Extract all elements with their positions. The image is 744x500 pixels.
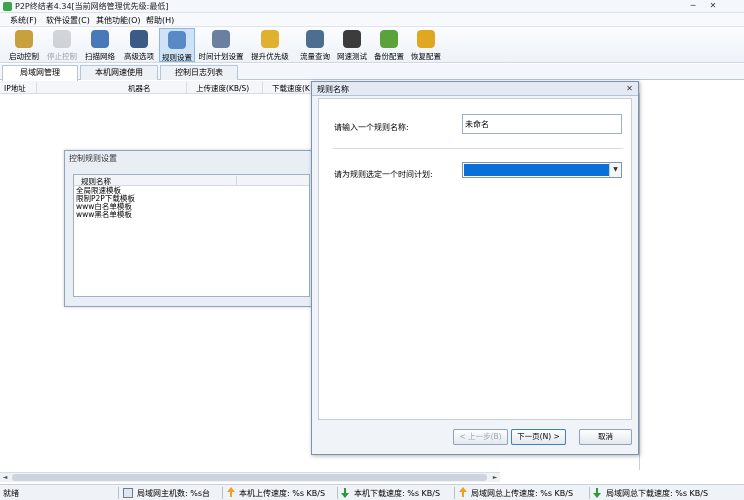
menu-system[interactable]: 系统(F) — [10, 15, 37, 26]
column-ip[interactable]: IP地址 — [4, 83, 26, 94]
status-bar: 就绪 局域网主机数: %s台 本机上传速度: %s KB/S 本机下载速度: %… — [0, 484, 744, 500]
speed-test-icon — [343, 30, 361, 48]
next-button[interactable]: 下一页(N) > — [511, 429, 566, 445]
speed-test-button[interactable]: 网速测试 — [334, 28, 370, 62]
traffic-query-icon — [306, 30, 324, 48]
stop-control-label: 停止控制 — [47, 52, 77, 61]
start-control-icon — [15, 30, 33, 48]
stop-control-button[interactable]: 停止控制 — [44, 28, 80, 62]
time-plan-icon — [212, 30, 230, 48]
tab-bar: 局域网管理 本机网速使用 控制日志列表 — [0, 64, 744, 81]
restore-config-button[interactable]: 恢复配置 — [408, 28, 444, 62]
status-separator — [118, 487, 119, 499]
time-plan-selected-value — [464, 164, 609, 176]
advanced-options-label: 高级选项 — [124, 52, 154, 61]
backup-config-button[interactable]: 备份配置 — [371, 28, 407, 62]
raise-priority-button[interactable]: 提升优先级 — [248, 28, 292, 62]
status-separator — [589, 487, 590, 499]
menu-other-functions[interactable]: 其他功能(O) — [96, 15, 141, 26]
rule-name-label: 请输入一个规则名称: — [334, 123, 409, 132]
advanced-options-button[interactable]: 高级选项 — [121, 28, 157, 62]
advanced-options-icon — [130, 30, 148, 48]
close-icon[interactable]: ✕ — [624, 84, 635, 94]
column-upload-speed[interactable]: 上传速度(KB/S) — [196, 83, 249, 94]
dialog-body: 请输入一个规则名称: 请为规则选定一个时间计划: ▼ — [318, 98, 632, 420]
right-panel — [641, 81, 744, 470]
rules-list-header: 规则名称 — [74, 175, 309, 186]
status-separator — [454, 487, 455, 499]
status-local-download: 本机下载速度: %s KB/S — [354, 489, 441, 498]
raise-priority-icon — [261, 30, 279, 48]
scan-network-icon — [91, 30, 109, 48]
scan-network-button[interactable]: 扫描网络 — [82, 28, 118, 62]
control-rules-dialog: 控制规则设置 规则名称 全局限速模板 限制P2P下载模板 www白名单模板 ww… — [64, 150, 320, 307]
status-local-upload: 本机上传速度: %s KB/S — [239, 489, 326, 498]
rule-settings-icon — [168, 31, 186, 49]
backup-config-icon — [380, 30, 398, 48]
restore-config-label: 恢复配置 — [411, 52, 441, 61]
raise-priority-label: 提升优先级 — [251, 52, 289, 61]
cancel-button[interactable]: 取消 — [579, 429, 632, 445]
scroll-thumb[interactable] — [12, 474, 487, 481]
menu-bar: 系统(F) 软件设置(C) 其他功能(O) 帮助(H) — [0, 13, 744, 27]
rule-name-input[interactable] — [462, 114, 622, 134]
upload-arrow-icon — [227, 487, 235, 497]
dialog-title: 控制规则设置 — [69, 154, 117, 163]
rule-settings-label: 规则设置 — [162, 53, 192, 62]
window-title: P2P终结者4.34[当前网络管理优先级:最低] — [15, 2, 169, 11]
menu-software-settings[interactable]: 软件设置(C) — [46, 15, 90, 26]
scan-network-label: 扫描网络 — [85, 52, 115, 61]
rule-item[interactable]: www黑名单模板 — [76, 211, 132, 219]
status-lan-hosts: 局域网主机数: %s台 — [137, 489, 211, 498]
toolbar: 启动控制 停止控制 扫描网络 高级选项 规则设置 时间计划设置 提升优先级 流量… — [0, 27, 744, 63]
status-ready: 就绪 — [3, 489, 19, 498]
dialog-title: 规则名称 — [317, 85, 349, 94]
start-control-label: 启动控制 — [9, 52, 39, 61]
traffic-query-button[interactable]: 流量查询 — [296, 28, 334, 62]
dialog-title-bar: 规则名称 ✕ — [312, 82, 638, 96]
column-machine-name[interactable]: 机器名 — [128, 83, 151, 94]
restore-config-icon — [417, 30, 435, 48]
start-control-button[interactable]: 启动控制 — [6, 28, 42, 62]
rule-name-dialog: 规则名称 ✕ 请输入一个规则名称: 请为规则选定一个时间计划: ▼ < 上一步(… — [311, 81, 639, 455]
divider — [333, 148, 623, 149]
rule-settings-button[interactable]: 规则设置 — [159, 28, 195, 62]
time-plan-label: 时间计划设置 — [198, 52, 244, 61]
backup-config-label: 备份配置 — [374, 52, 404, 61]
tab-local-speed[interactable]: 本机网速使用 — [80, 65, 158, 80]
column-separator — [262, 82, 263, 93]
status-lan-upload: 局域网总上传速度: %s KB/S — [471, 489, 574, 498]
scroll-right-icon[interactable]: ► — [490, 473, 500, 482]
stop-control-icon — [53, 30, 71, 48]
lan-hosts-icon — [123, 488, 133, 498]
status-lan-download: 局域网总下载速度: %s KB/S — [606, 489, 709, 498]
traffic-query-label: 流量查询 — [300, 52, 330, 61]
tab-lan-management[interactable]: 局域网管理 — [2, 65, 78, 81]
status-separator — [222, 487, 223, 499]
rules-list[interactable]: 规则名称 全局限速模板 限制P2P下载模板 www白名单模板 www黑名单模板 — [73, 174, 310, 297]
column-separator — [236, 176, 237, 185]
horizontal-scrollbar[interactable]: ◄ ► — [0, 472, 500, 482]
time-plan-label: 请为规则选定一个时间计划: — [334, 170, 433, 179]
time-plan-button[interactable]: 时间计划设置 — [197, 28, 245, 62]
title-bar: P2P终结者4.34[当前网络管理优先级:最低] ─ ✕ — [0, 0, 744, 13]
upload-arrow-icon — [459, 487, 467, 497]
column-separator — [186, 82, 187, 93]
previous-button[interactable]: < 上一步(B) — [453, 429, 508, 445]
close-button[interactable]: ✕ — [706, 1, 720, 11]
status-separator — [337, 487, 338, 499]
tab-control-log[interactable]: 控制日志列表 — [160, 65, 238, 80]
speed-test-label: 网速测试 — [337, 52, 367, 61]
column-download-speed[interactable]: 下载速度(K — [272, 83, 310, 94]
chevron-down-icon[interactable]: ▼ — [609, 163, 621, 177]
time-plan-select[interactable]: ▼ — [462, 162, 622, 178]
column-separator — [36, 82, 37, 93]
menu-help[interactable]: 帮助(H) — [146, 15, 174, 26]
scroll-left-icon[interactable]: ◄ — [0, 473, 10, 482]
app-icon — [3, 2, 12, 11]
minimize-button[interactable]: ─ — [686, 1, 700, 11]
